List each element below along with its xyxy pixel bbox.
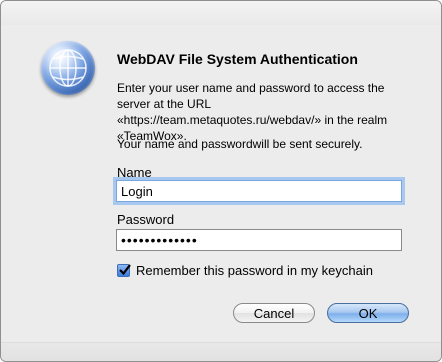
dialog-bottom-bar [1,342,441,361]
secure-note: Your name and passwordwill be sent secur… [117,137,363,151]
network-globe-icon [41,41,95,95]
dialog-title: WebDAV File System Authentication [117,51,358,67]
checkmark-icon [119,264,131,276]
remember-checkbox[interactable] [117,264,131,277]
dialog-top-bar [1,1,441,25]
ok-button[interactable]: OK [327,303,409,323]
authentication-dialog: WebDAV File System Authentication Enter … [0,0,442,362]
globe-grid-icon [49,49,87,87]
password-label: Password [117,212,175,227]
remember-password-option[interactable]: Remember this password in my keychain [117,263,373,278]
name-label: Name [117,165,152,180]
name-field[interactable] [116,180,402,202]
dialog-message: Enter your user name and password to acc… [117,81,388,143]
cancel-button[interactable]: Cancel [233,303,315,323]
remember-label: Remember this password in my keychain [136,263,373,278]
password-field[interactable] [116,229,402,251]
